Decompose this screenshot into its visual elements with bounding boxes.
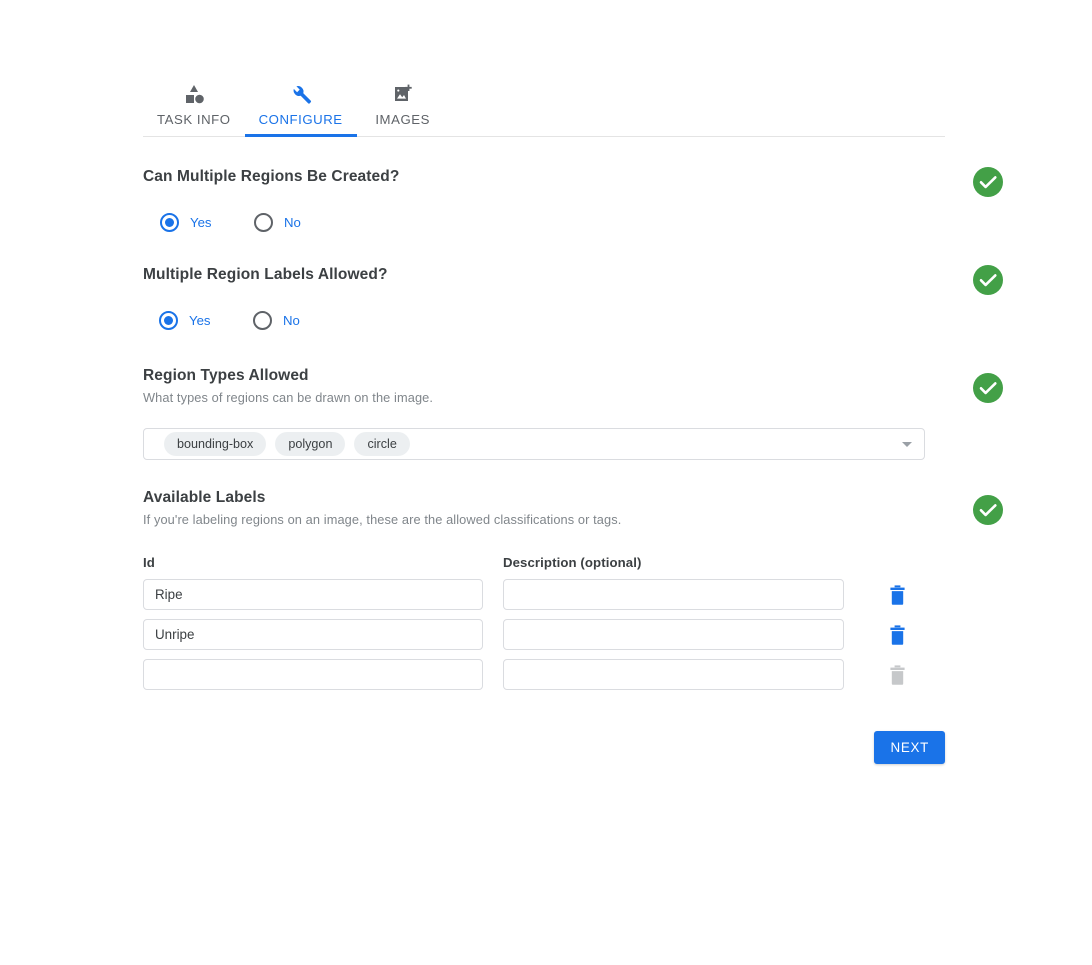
column-header-id: Id xyxy=(143,555,155,570)
chip-region-type[interactable]: circle xyxy=(354,432,410,456)
wizard-actions: NEXT xyxy=(143,731,945,764)
section-available-labels: Available Labels If you're labeling regi… xyxy=(143,489,1003,690)
configure-wizard: TASK INFO CONFIGURE IMAGES Can Multiple … xyxy=(143,76,1003,764)
radio-group-multiple-regions: Yes No xyxy=(143,213,865,232)
section-multiple-labels: Multiple Region Labels Allowed? Yes No xyxy=(143,265,1003,330)
delete-label-button[interactable] xyxy=(883,581,911,609)
next-button[interactable]: NEXT xyxy=(874,731,945,764)
page-root: TASK INFO CONFIGURE IMAGES Can Multiple … xyxy=(0,0,1092,965)
trash-icon xyxy=(889,664,905,685)
radio-option-yes[interactable]: Yes xyxy=(159,311,253,330)
radio-circle-icon xyxy=(253,311,272,330)
labels-table-header: Id Description (optional) xyxy=(143,555,865,570)
section-region-types: Region Types Allowed What types of regio… xyxy=(143,367,1003,460)
trash-icon xyxy=(889,584,905,605)
radio-circle-icon xyxy=(159,311,178,330)
column-spacer xyxy=(483,555,503,570)
status-badge-valid xyxy=(973,167,1003,197)
column-header-actions xyxy=(844,555,945,570)
tab-task-info[interactable]: TASK INFO xyxy=(143,82,245,136)
section-title: Region Types Allowed xyxy=(143,367,309,384)
radio-option-label: Yes xyxy=(190,215,212,230)
status-badge-valid xyxy=(973,373,1003,403)
section-help-text: What types of regions can be drawn on th… xyxy=(143,390,434,405)
label-id-input[interactable] xyxy=(143,619,483,650)
chip-region-type[interactable]: bounding-box xyxy=(164,432,267,456)
status-badge-valid xyxy=(973,495,1003,525)
chevron-down-icon[interactable] xyxy=(902,442,912,447)
radio-circle-icon xyxy=(160,213,179,232)
section-title: Can Multiple Regions Be Created? xyxy=(143,168,400,185)
radio-option-label: No xyxy=(283,313,300,328)
table-row xyxy=(143,619,905,650)
radio-group-multiple-labels: Yes No xyxy=(143,311,865,330)
radio-option-yes[interactable]: Yes xyxy=(160,213,254,232)
label-id-input[interactable] xyxy=(143,659,483,690)
section-title: Available Labels xyxy=(143,489,266,506)
label-description-input[interactable] xyxy=(503,659,844,690)
shapes-icon xyxy=(182,82,206,106)
section-multiple-regions: Can Multiple Regions Be Created? Yes No xyxy=(143,167,1003,232)
radio-option-no[interactable]: No xyxy=(253,311,300,330)
tab-configure-label: CONFIGURE xyxy=(258,112,343,127)
table-row xyxy=(143,579,905,610)
tab-configure[interactable]: CONFIGURE xyxy=(244,82,357,137)
add-image-icon xyxy=(391,82,415,106)
status-badge-valid xyxy=(973,265,1003,295)
table-row xyxy=(143,659,905,690)
chip-region-type[interactable]: polygon xyxy=(275,432,346,456)
tab-images[interactable]: IMAGES xyxy=(357,82,449,136)
wrench-icon xyxy=(289,82,313,106)
label-description-input[interactable] xyxy=(503,579,844,610)
column-header-description: Description (optional) xyxy=(503,555,642,570)
radio-option-label: Yes xyxy=(189,313,211,328)
label-description-input[interactable] xyxy=(503,619,844,650)
radio-option-no[interactable]: No xyxy=(254,213,301,232)
tab-task-info-label: TASK INFO xyxy=(157,112,231,127)
section-help-text: If you're labeling regions on an image, … xyxy=(143,512,622,527)
tab-underline xyxy=(244,134,357,137)
radio-option-label: No xyxy=(284,215,301,230)
radio-circle-icon xyxy=(254,213,273,232)
label-id-input[interactable] xyxy=(143,579,483,610)
wizard-tabbar: TASK INFO CONFIGURE IMAGES xyxy=(143,76,945,137)
section-title: Multiple Region Labels Allowed? xyxy=(143,266,388,283)
delete-label-button-disabled xyxy=(883,661,911,689)
region-types-select[interactable]: bounding-box polygon circle xyxy=(143,428,925,460)
delete-label-button[interactable] xyxy=(883,621,911,649)
tab-images-label: IMAGES xyxy=(375,112,430,127)
trash-icon xyxy=(889,624,905,645)
